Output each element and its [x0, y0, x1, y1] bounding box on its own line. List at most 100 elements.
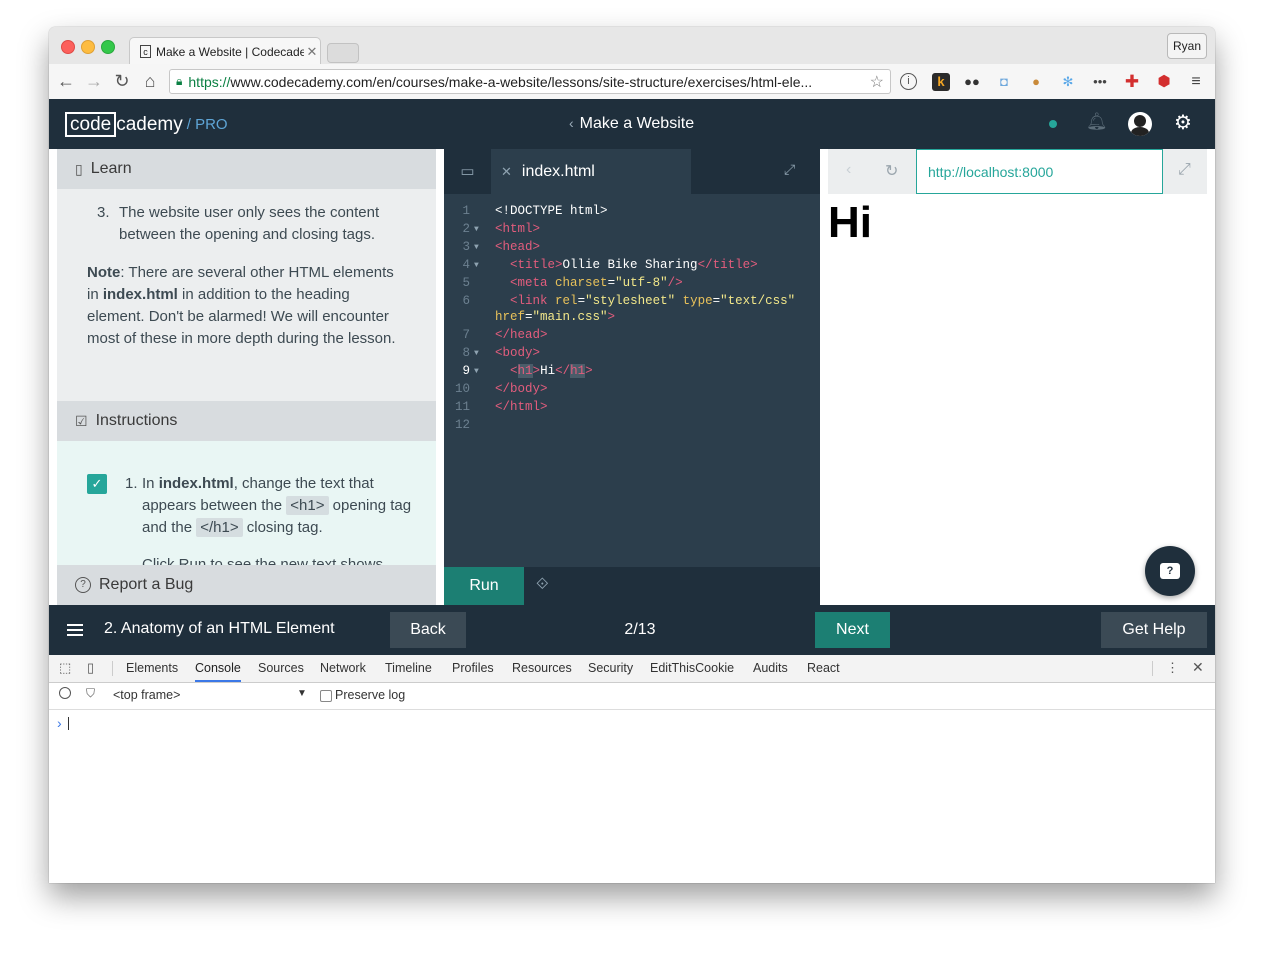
kebab-menu-icon[interactable]: ⋮ — [1166, 660, 1179, 676]
new-tab-button[interactable] — [327, 43, 359, 63]
fold-arrow-icon[interactable]: ▼ — [474, 257, 479, 275]
note-paragraph: Note: There are several other HTML eleme… — [87, 262, 407, 350]
code-meta-val: "utf-8" — [615, 276, 668, 290]
devtools-tab-sources[interactable]: Sources — [258, 655, 304, 682]
bell-icon[interactable]: 🔔︎ — [1086, 112, 1108, 132]
code-line: <head> — [495, 238, 540, 256]
divider — [1152, 661, 1153, 676]
back-button[interactable]: Back — [390, 612, 466, 648]
devtools-tab-network[interactable]: Network — [320, 655, 366, 682]
devtools-tab-security[interactable]: Security — [588, 655, 633, 682]
devtools-tab-console[interactable]: Console — [195, 655, 241, 682]
learn-header[interactable]: ▯ Learn — [57, 149, 436, 189]
folder-icon[interactable]: ▭ — [444, 149, 491, 194]
keeper-extension-icon[interactable]: k — [932, 73, 950, 91]
devtools-tab-editthiscookie[interactable]: EditThisCookie — [650, 655, 734, 682]
profile-button[interactable]: Ryan — [1167, 33, 1207, 59]
codecademy-logo[interactable]: code cademy / PRO — [65, 112, 228, 137]
close-devtools-icon[interactable]: ✕ — [1192, 659, 1204, 676]
devtools-tab-profiles[interactable]: Profiles — [452, 655, 494, 682]
code-body-close: </body> — [495, 382, 548, 396]
preview-reload-icon[interactable]: ↻ — [885, 161, 898, 181]
code-link-rel-val: "stylesheet" — [585, 294, 676, 308]
reload-icon[interactable]: ↻ — [111, 69, 133, 93]
preview-back-icon[interactable]: ‹ — [846, 161, 851, 179]
line-number: 8 — [462, 346, 470, 360]
filter-icon[interactable]: ⛉ — [86, 686, 95, 701]
devtools-tab-elements[interactable]: Elements — [126, 655, 178, 682]
code-h1-close-lt: </ — [555, 364, 571, 378]
code-h1-close-name: h1 — [570, 364, 586, 378]
expand-icon[interactable]: ⤢ — [784, 161, 795, 178]
device-icon[interactable]: ▯ — [87, 660, 94, 676]
home-icon[interactable]: ⌂ — [139, 69, 161, 93]
back-arrow-icon[interactable]: ← — [55, 69, 77, 93]
minimize-window-button[interactable] — [81, 40, 95, 54]
frame-select[interactable]: <top frame> — [113, 688, 180, 702]
address-bar[interactable]: 🔒︎ https:// www.codecademy.com/en/course… — [169, 69, 891, 94]
hamburger-icon[interactable] — [67, 624, 83, 636]
code-line: <!DOCTYPE html> — [495, 202, 608, 220]
camera-extension-icon[interactable]: ◘ — [995, 73, 1013, 91]
code-meta-eq: = — [607, 276, 616, 290]
instructions-header[interactable]: ☑ Instructions — [57, 401, 436, 441]
plus-extension-icon[interactable]: ✚ — [1123, 73, 1141, 91]
code-line: <meta charset="utf-8"/> — [495, 274, 683, 292]
fold-arrow-icon[interactable]: ▼ — [474, 221, 479, 239]
fold-arrow-icon[interactable]: ▼ — [474, 239, 479, 257]
ublock-extension-icon[interactable]: ⬢ — [1155, 73, 1173, 91]
info-icon[interactable]: i — [900, 73, 917, 90]
link-icon[interactable]: ⟐ — [536, 576, 549, 594]
tab-close-icon[interactable]: ✕ — [304, 44, 320, 60]
devtools-tab-timeline[interactable]: Timeline — [385, 655, 432, 682]
preserve-log-checkbox[interactable] — [320, 690, 332, 702]
lesson-title[interactable]: 2. Anatomy of an HTML Element — [104, 620, 335, 638]
course-title[interactable]: ‹ Make a Website — [569, 115, 694, 133]
devtools-tab-audits[interactable]: Audits — [753, 655, 788, 682]
preview-url-field[interactable]: http://localhost:8000 — [916, 149, 1163, 194]
code-title-close: </title> — [697, 258, 758, 272]
gear-icon[interactable]: ⚙ — [1174, 110, 1192, 135]
code-link-type-val: "text/css" — [720, 294, 796, 308]
task-checkbox[interactable]: ✓ — [87, 474, 107, 494]
run-button[interactable]: Run — [444, 567, 524, 605]
step-number: 1. — [125, 475, 138, 492]
mask-extension-icon[interactable]: ●● — [963, 73, 981, 91]
frame-dropdown-icon[interactable]: ▼ — [297, 688, 307, 699]
forward-arrow-icon[interactable]: → — [83, 69, 105, 93]
line-number: 3 — [462, 240, 470, 254]
devtools-tab-resources[interactable]: Resources — [512, 655, 572, 682]
preserve-log-label: Preserve log — [335, 688, 406, 702]
chrome-menu-icon[interactable]: ≡ — [1187, 73, 1205, 91]
report-bug-bar[interactable]: ? Report a Bug — [57, 565, 436, 605]
react-extension-icon[interactable]: ✻ — [1059, 73, 1077, 91]
checkbox-icon: ☑ — [75, 412, 88, 429]
console-prompt[interactable]: › — [57, 715, 69, 731]
cookie-extension-icon[interactable]: ● — [1027, 73, 1045, 91]
fold-arrow-icon[interactable]: ▼ — [474, 363, 479, 381]
more-extension-icon[interactable]: ••• — [1091, 73, 1109, 91]
close-window-button[interactable] — [61, 40, 75, 54]
chat-button[interactable]: ? — [1145, 546, 1195, 596]
preview-expand-icon[interactable]: ⤢ — [1178, 161, 1191, 179]
avatar[interactable] — [1128, 112, 1152, 136]
status-dot-icon — [1049, 120, 1057, 128]
browser-tab[interactable]: c Make a Website | Codecademy ✕ — [129, 37, 321, 65]
preview-toolbar: ‹ ↻ http://localhost:8000 ⤢ — [828, 149, 1207, 194]
star-icon[interactable]: ☆ — [870, 72, 884, 92]
devtools-tab-bar: ⬚ ▯ Elements Console Sources Network Tim… — [49, 655, 1215, 683]
editor-file-tab[interactable]: ✕ index.html — [491, 149, 691, 194]
devtools-tab-react[interactable]: React — [807, 655, 840, 682]
fold-arrow-icon[interactable]: ▼ — [474, 345, 479, 363]
chevron-left-icon: ‹ — [569, 115, 574, 131]
next-button[interactable]: Next — [815, 612, 890, 648]
instructions-content: ✓ 1. In index.html, change the text that… — [57, 441, 436, 565]
line-number: 6 — [462, 294, 470, 308]
zoom-window-button[interactable] — [101, 40, 115, 54]
close-icon[interactable]: ✕ — [501, 164, 512, 180]
get-help-button[interactable]: Get Help — [1101, 612, 1207, 648]
inspect-icon[interactable]: ⬚ — [59, 660, 71, 676]
clear-console-icon[interactable] — [59, 687, 71, 699]
code-line: </html> — [495, 398, 548, 416]
learn-heading: Learn — [90, 160, 132, 177]
